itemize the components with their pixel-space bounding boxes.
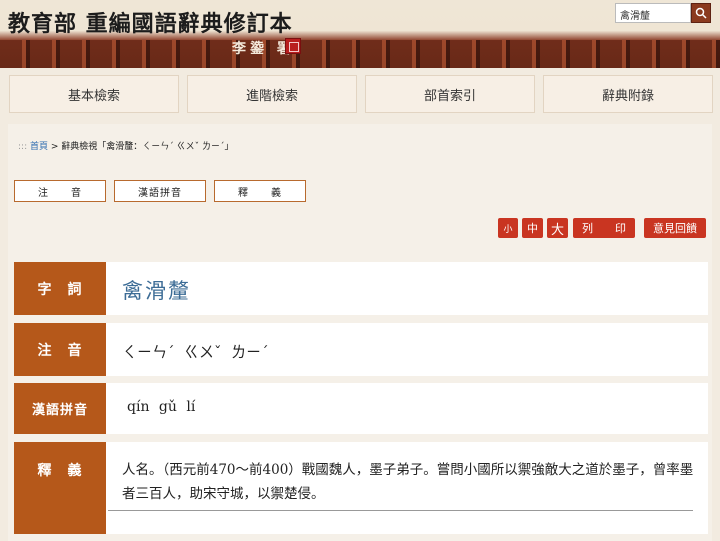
- search-input[interactable]: 禽滑釐: [615, 3, 691, 23]
- breadcrumb-separator: >: [50, 142, 62, 152]
- zhuyin-label: 注 音: [14, 323, 106, 376]
- breadcrumb-current: 辭典檢視「禽滑釐：ㄑㄧㄣˊ ㄍㄨˇ ㄌㄧˊ」: [61, 142, 234, 152]
- breadcrumb-home-link[interactable]: 首頁: [30, 142, 48, 152]
- main-nav: 基本檢索 進階檢索 部首索引 辭典附錄: [0, 75, 720, 113]
- font-large-button[interactable]: 大: [547, 218, 568, 238]
- pinyin-label: 漢語拼音: [14, 383, 106, 434]
- nav-appendix[interactable]: 辭典附錄: [543, 75, 713, 113]
- tab-pinyin[interactable]: 漢語拼音: [114, 180, 206, 202]
- breadcrumb-dots: :::: [18, 142, 28, 152]
- tab-definition[interactable]: 釋 義: [214, 180, 306, 202]
- word-label: 字 詞: [14, 262, 106, 315]
- nav-advanced-search[interactable]: 進階檢索: [187, 75, 357, 113]
- definition-text: 人名。（西元前470～前400）戰國魏人，墨子弟子。嘗問小國所以禦強敵大之道於墨…: [122, 462, 694, 502]
- site-title[interactable]: 教育部 重編國語辭典修訂本: [8, 6, 293, 38]
- definition-divider: [108, 510, 693, 511]
- print-button[interactable]: 列 印: [573, 218, 635, 238]
- zhuyin-value: ㄑㄧㄣˊ ㄍㄨˇ ㄌㄧˊ: [122, 343, 269, 361]
- breadcrumb: ::: 首頁 > 辭典檢視「禽滑釐：ㄑㄧㄣˊ ㄍㄨˇ ㄌㄧˊ」: [18, 139, 234, 152]
- nav-radical-index[interactable]: 部首索引: [365, 75, 535, 113]
- word-value: 禽滑釐: [122, 279, 191, 303]
- zhuyin-row: 注 音 ㄑㄧㄣˊ ㄍㄨˇ ㄌㄧˊ: [14, 323, 708, 376]
- seal-stamp-icon: [285, 38, 301, 54]
- header-banner: 教育部 重編國語辭典修訂本 李鍌 署 禽滑釐: [0, 0, 720, 68]
- feedback-button[interactable]: 意見回饋: [644, 218, 706, 238]
- search-icon: [695, 7, 707, 19]
- nav-basic-search[interactable]: 基本檢索: [9, 75, 179, 113]
- tab-zhuyin[interactable]: 注 音: [14, 180, 106, 202]
- word-row: 字 詞 禽滑釐: [14, 262, 708, 315]
- definition-label: 釋 義: [14, 442, 106, 534]
- pinyin-value: qín gǔ lí: [127, 399, 196, 415]
- definition-row: 釋 義 人名。（西元前470～前400）戰國魏人，墨子弟子。嘗問小國所以禦強敵大…: [14, 442, 708, 534]
- font-small-button[interactable]: 小: [498, 218, 518, 238]
- font-medium-button[interactable]: 中: [522, 218, 543, 238]
- pinyin-row: 漢語拼音 qín gǔ lí: [14, 383, 708, 434]
- search-button[interactable]: [691, 3, 711, 23]
- banner-decoration: [0, 40, 720, 68]
